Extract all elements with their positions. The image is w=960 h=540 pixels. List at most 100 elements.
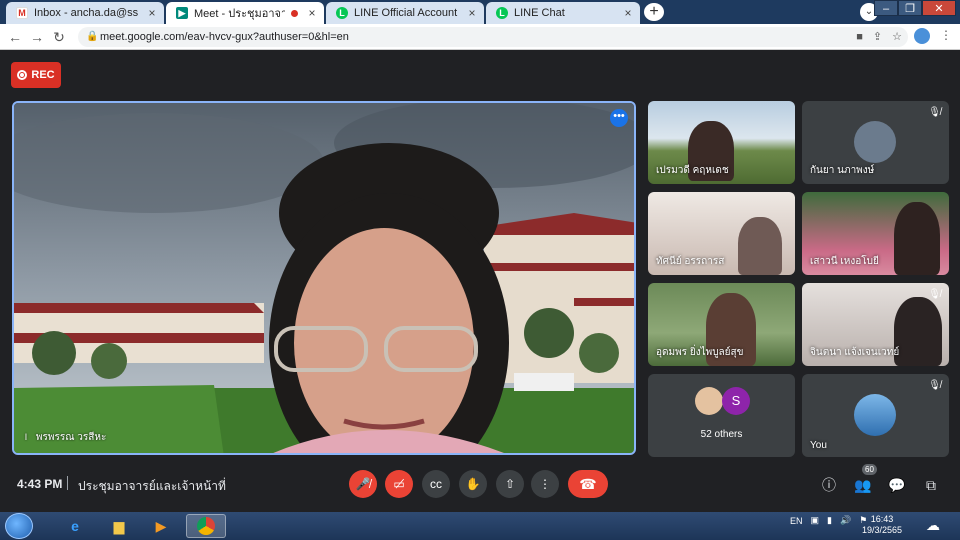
url-text: meet.google.com/eav-hvcv-gux?authuser=0&… xyxy=(100,31,349,43)
record-icon xyxy=(17,70,28,80)
avatar: S xyxy=(722,387,750,415)
meeting-info-icon[interactable]: ⓘ xyxy=(818,474,840,496)
network-icon[interactable]: ▮ xyxy=(827,515,832,526)
participant-tile[interactable]: 🎙︎̸ กันยา นภาพงษ์ xyxy=(802,101,949,184)
mic-off-icon: 🎙︎̸ xyxy=(928,380,941,391)
pin-icon: ⏽ xyxy=(22,432,30,443)
minimize-icon[interactable]: – xyxy=(874,0,898,16)
participant-tile[interactable]: เปรมวดี คฤหเดช xyxy=(648,101,795,184)
main-speaker-name: พรพรรณ วรสีหะ xyxy=(35,432,107,443)
people-count-badge: 60 xyxy=(862,464,877,475)
self-tile[interactable]: 🎙︎̸ You xyxy=(802,374,949,457)
chat-icon[interactable]: 💬 xyxy=(886,474,908,496)
present-button[interactable]: ⇧ xyxy=(496,470,524,498)
people-icon[interactable]: 👥 xyxy=(852,474,874,496)
participant-video xyxy=(738,217,782,275)
main-speaker-label: ⏽ พรพรรณ วรสีหะ xyxy=(22,430,106,445)
line-icon: L xyxy=(496,7,508,19)
divider xyxy=(67,476,68,490)
participant-tile[interactable]: 🎙︎̸ จินตนา แจ้งเจนเวทย์ xyxy=(802,283,949,366)
bookmark-star-icon[interactable]: ☆ xyxy=(892,27,902,47)
internet-explorer-icon[interactable]: e xyxy=(60,514,90,538)
tab-gmail[interactable]: M Inbox - ancha.da@ssru.ac.th - × xyxy=(6,2,164,24)
browser-menu-icon[interactable]: ⋮ xyxy=(940,28,952,42)
leave-call-button[interactable]: ☎ xyxy=(568,470,608,498)
tab-title: Inbox - ancha.da@ssru.ac.th - xyxy=(34,7,138,19)
others-count: 52 others xyxy=(700,429,743,440)
taskbar-clock[interactable]: 16:43 19/3/2565 xyxy=(862,514,902,536)
lock-icon: 🔒 xyxy=(86,31,99,42)
browser-tab-bar: M Inbox - ancha.da@ssru.ac.th - × ▶ Meet… xyxy=(0,0,960,24)
participant-name: เสาวนี เหงอโบยี xyxy=(810,256,879,267)
media-player-icon[interactable]: ▶ xyxy=(146,514,176,538)
close-window-icon[interactable]: ✕ xyxy=(922,0,956,16)
clock-date: 19/3/2565 xyxy=(862,525,903,535)
window-controls: – ❐ ✕ xyxy=(874,0,956,16)
tab-title: Meet - ประชุมอาจารย์และเจ้าห xyxy=(194,8,285,20)
close-icon[interactable]: × xyxy=(620,6,636,20)
tab-title: LINE Chat xyxy=(514,7,565,19)
avatar xyxy=(854,394,896,436)
language-indicator[interactable]: EN xyxy=(790,516,803,526)
file-explorer-icon[interactable]: ▆ xyxy=(104,514,134,538)
participant-name: กันยา นภาพงษ์ xyxy=(810,165,875,176)
chrome-icon xyxy=(197,517,215,535)
back-icon[interactable]: ← xyxy=(6,28,24,46)
tab-line-chat[interactable]: L LINE Chat × xyxy=(486,2,640,24)
tab-line-oa[interactable]: L LINE Official Account Manager × xyxy=(326,2,484,24)
recording-dot-icon xyxy=(291,9,298,17)
mic-off-icon: 🎙︎̸ xyxy=(928,289,941,300)
camera-icon[interactable]: ■ xyxy=(856,27,863,47)
tab-title: LINE Official Account Manager xyxy=(354,7,458,19)
volume-icon[interactable]: 🔊 xyxy=(840,515,851,526)
address-bar-row: ← → ↻ 🔒 meet.google.com/eav-hvcv-gux?aut… xyxy=(0,24,960,50)
start-button[interactable] xyxy=(5,513,33,539)
meeting-title: ประชุมอาจารย์และเจ้าหน้าที่ xyxy=(78,479,226,493)
rec-label: REC xyxy=(31,69,55,81)
meet-icon: ▶ xyxy=(176,7,188,19)
system-tray: EN ▣ ▮ 🔊 ⚑ xyxy=(790,515,867,526)
meeting-controls-bar: 4:43 PM ประชุมอาจารย์และเจ้าหน้าที่ 🎤̸ ▭… xyxy=(0,462,960,512)
gmail-icon: M xyxy=(16,7,28,19)
tray-icon[interactable]: ▣ xyxy=(811,515,820,526)
restore-icon[interactable]: ❐ xyxy=(898,0,922,16)
participant-name: เปรมวดี คฤหเดช xyxy=(656,165,729,176)
others-tile[interactable]: S 52 others xyxy=(648,374,795,457)
close-icon[interactable]: × xyxy=(464,6,480,20)
more-options-button[interactable]: ⋮ xyxy=(531,470,559,498)
line-icon: L xyxy=(336,7,348,19)
participant-video xyxy=(894,202,940,275)
chrome-taskbar-icon[interactable] xyxy=(186,514,226,538)
self-label: You xyxy=(810,440,827,451)
new-tab-button[interactable]: + xyxy=(644,3,664,21)
participant-tile[interactable]: อุดมพร ยิ่งไพบูลย์สุข xyxy=(648,283,795,366)
participant-tile[interactable]: ทัศนีย์ อรรถารส xyxy=(648,192,795,275)
url-field[interactable]: 🔒 meet.google.com/eav-hvcv-gux?authuser=… xyxy=(78,27,908,47)
meet-stage: REC ••• ⏽ พรพรรณ วรสีหะ เปรมวดี คฤหเดช 🎙… xyxy=(0,50,960,512)
tab-meet[interactable]: ▶ Meet - ประชุมอาจารย์และเจ้าห × xyxy=(166,2,324,24)
raise-hand-button[interactable]: ✋ xyxy=(459,470,487,498)
reload-icon[interactable]: ↻ xyxy=(50,28,68,46)
participant-tile[interactable]: เสาวนี เหงอโบยี xyxy=(802,192,949,275)
camera-toggle-button[interactable]: ▭̸ xyxy=(385,470,413,498)
participant-name: ทัศนีย์ อรรถารส xyxy=(656,256,725,267)
avatar xyxy=(695,387,723,415)
more-options-icon[interactable]: ••• xyxy=(610,109,628,127)
participant-name: อุดมพร ยิ่งไพบูลย์สุข xyxy=(656,347,744,358)
avatar xyxy=(854,121,896,163)
close-icon[interactable]: × xyxy=(304,6,320,20)
clock-time: 16:43 xyxy=(870,514,894,524)
mic-off-icon: 🎙︎̸ xyxy=(928,107,941,118)
close-icon[interactable]: × xyxy=(144,6,160,20)
main-video-image xyxy=(14,103,634,453)
weather-icon[interactable]: ☁ xyxy=(926,517,940,534)
captions-button[interactable]: cc xyxy=(422,470,450,498)
profile-avatar[interactable] xyxy=(914,28,930,44)
share-icon[interactable]: ⇪ xyxy=(873,27,882,47)
main-speaker-video[interactable]: ••• ⏽ พรพรรณ วรสีหะ xyxy=(12,101,636,455)
participant-name: จินตนา แจ้งเจนเวทย์ xyxy=(810,347,900,358)
forward-icon[interactable]: → xyxy=(28,28,46,46)
activities-icon[interactable]: ⧉ xyxy=(920,474,942,496)
meeting-time: 4:43 PM xyxy=(17,477,63,491)
mic-toggle-button[interactable]: 🎤̸ xyxy=(349,470,377,498)
